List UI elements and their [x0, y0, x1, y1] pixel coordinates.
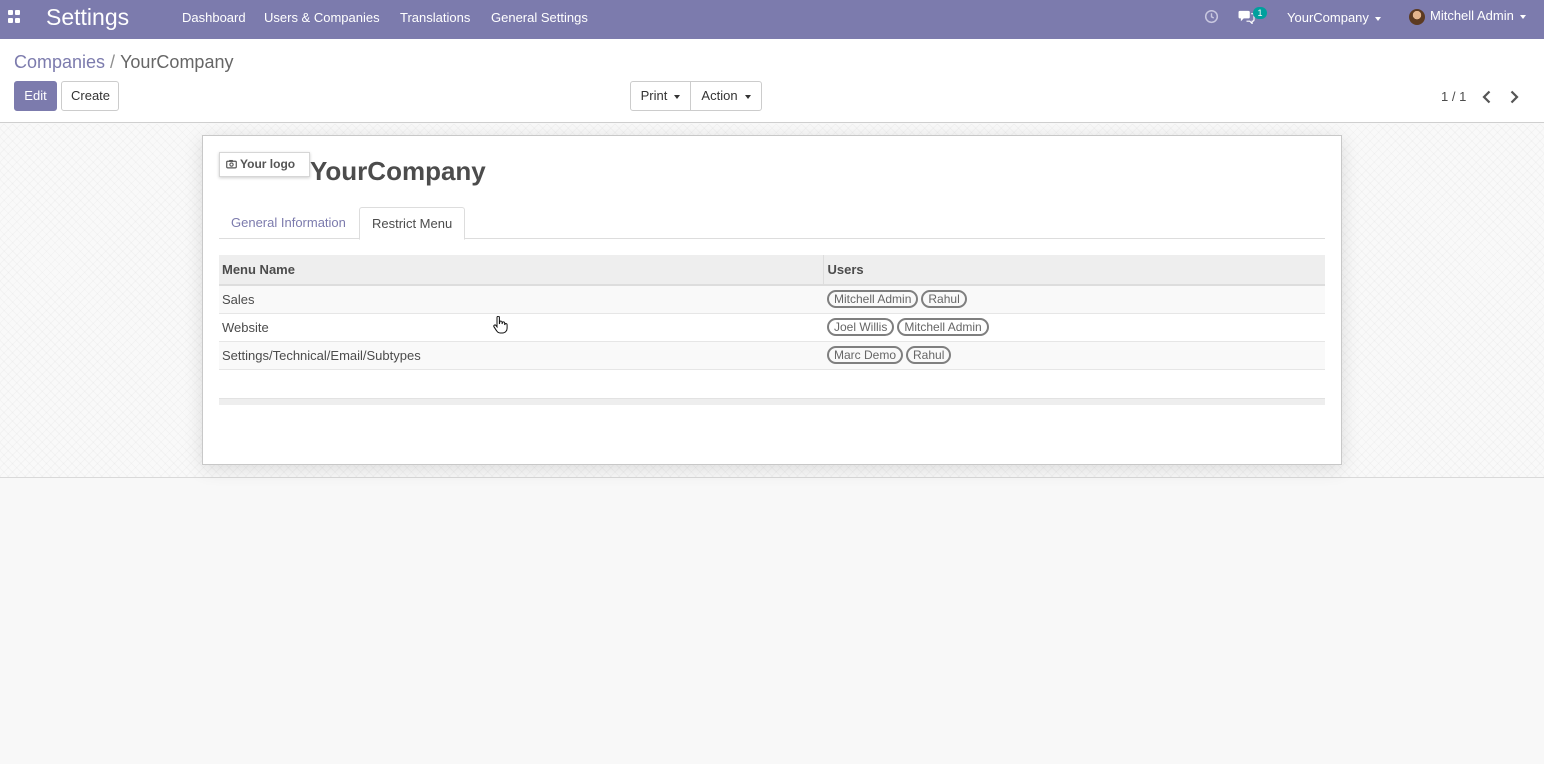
user-tag: Rahul — [921, 290, 967, 309]
company-logo-field[interactable]: Your logo — [219, 152, 310, 177]
chat-counter-badge: 1 — [1253, 7, 1267, 19]
column-header-users[interactable]: Users — [822, 255, 1325, 286]
company-switcher[interactable]: YourCompany — [1287, 10, 1381, 25]
table-footer — [219, 398, 1325, 405]
avatar — [1409, 8, 1425, 25]
control-panel: Companies / YourCompany Edit Create Print … — [0, 39, 1544, 123]
breadcrumb-separator: / — [110, 52, 116, 72]
menu-general-settings[interactable]: General Settings — [491, 10, 588, 25]
breadcrumb-current: YourCompany — [120, 52, 234, 72]
chevron-left-icon[interactable] — [1479, 89, 1495, 105]
menu-name-cell: Website — [219, 313, 823, 342]
form-sheet: Your logo YourCompany General Informatio… — [202, 135, 1342, 465]
pager-value[interactable]: 1 / 1 — [1441, 89, 1466, 104]
user-menu-label: Mitchell Admin — [1430, 8, 1514, 23]
action-dropdown-button[interactable]: Action — [690, 81, 762, 111]
menu-translations[interactable]: Translations — [400, 10, 470, 25]
tab-restrict-menu[interactable]: Restrict Menu — [359, 207, 466, 240]
apps-grid-icon[interactable] — [8, 10, 22, 24]
table-row[interactable]: Sales Mitchell Admin Rahul — [219, 285, 1325, 314]
logo-placeholder-label: Your logo — [240, 157, 296, 171]
chevron-right-icon[interactable] — [1506, 89, 1522, 105]
action-label: Action — [701, 88, 738, 103]
chevron-down-icon — [744, 94, 751, 99]
users-cell: Mitchell Admin Rahul — [823, 285, 1325, 314]
breadcrumb-companies[interactable]: Companies — [14, 52, 105, 72]
user-tag: Marc Demo — [827, 346, 904, 364]
edit-button[interactable]: Edit — [14, 81, 57, 111]
users-cell: Joel Willis Mitchell Admin — [823, 313, 1325, 342]
breadcrumb: Companies / YourCompany — [14, 52, 233, 73]
menu-dashboard[interactable]: Dashboard — [182, 10, 246, 25]
user-tag: Mitchell Admin — [827, 290, 919, 309]
create-button[interactable]: Create — [61, 81, 119, 111]
user-menu[interactable]: Mitchell Admin — [1409, 8, 1526, 25]
top-navbar: Settings Dashboard Users & Companies Tra… — [0, 0, 1544, 39]
app-title: Settings — [46, 4, 130, 30]
print-dropdown-button[interactable]: Print — [630, 81, 691, 111]
menu-name-cell: Sales — [219, 285, 823, 314]
menu-name-cell: Settings/Technical/Email/Subtypes — [219, 341, 823, 370]
print-label: Print — [640, 88, 668, 103]
table-header-row: Menu Name Users — [219, 255, 1325, 286]
camera-icon — [226, 154, 237, 177]
restrict-menu-table: Menu Name Users Sales Mitchell Admin Rahu… — [219, 255, 1325, 370]
table-row[interactable]: Settings/Technical/Email/Subtypes Marc D… — [219, 341, 1325, 370]
user-tag: Mitchell Admin — [897, 318, 989, 336]
tab-general-information[interactable]: General Information — [219, 207, 358, 239]
notebook-tabs: General Information Restrict Menu — [219, 207, 1325, 240]
hand-pointer-icon — [492, 315, 508, 334]
column-header-menu-name[interactable]: Menu Name — [219, 255, 823, 286]
chevron-down-icon — [1374, 16, 1381, 21]
company-name-title: YourCompany — [310, 156, 486, 186]
user-tag: Rahul — [906, 346, 952, 364]
clock-icon[interactable] — [1204, 9, 1219, 27]
users-cell: Marc Demo Rahul — [823, 341, 1325, 370]
table-row[interactable]: Website Joel Willis Mitchell Admin — [219, 313, 1325, 342]
user-tag: Joel Willis — [827, 318, 895, 336]
chevron-down-icon — [1519, 14, 1526, 19]
chevron-down-icon — [674, 94, 681, 99]
menu-users-companies[interactable]: Users & Companies — [264, 10, 380, 25]
company-switcher-label: YourCompany — [1287, 10, 1369, 25]
